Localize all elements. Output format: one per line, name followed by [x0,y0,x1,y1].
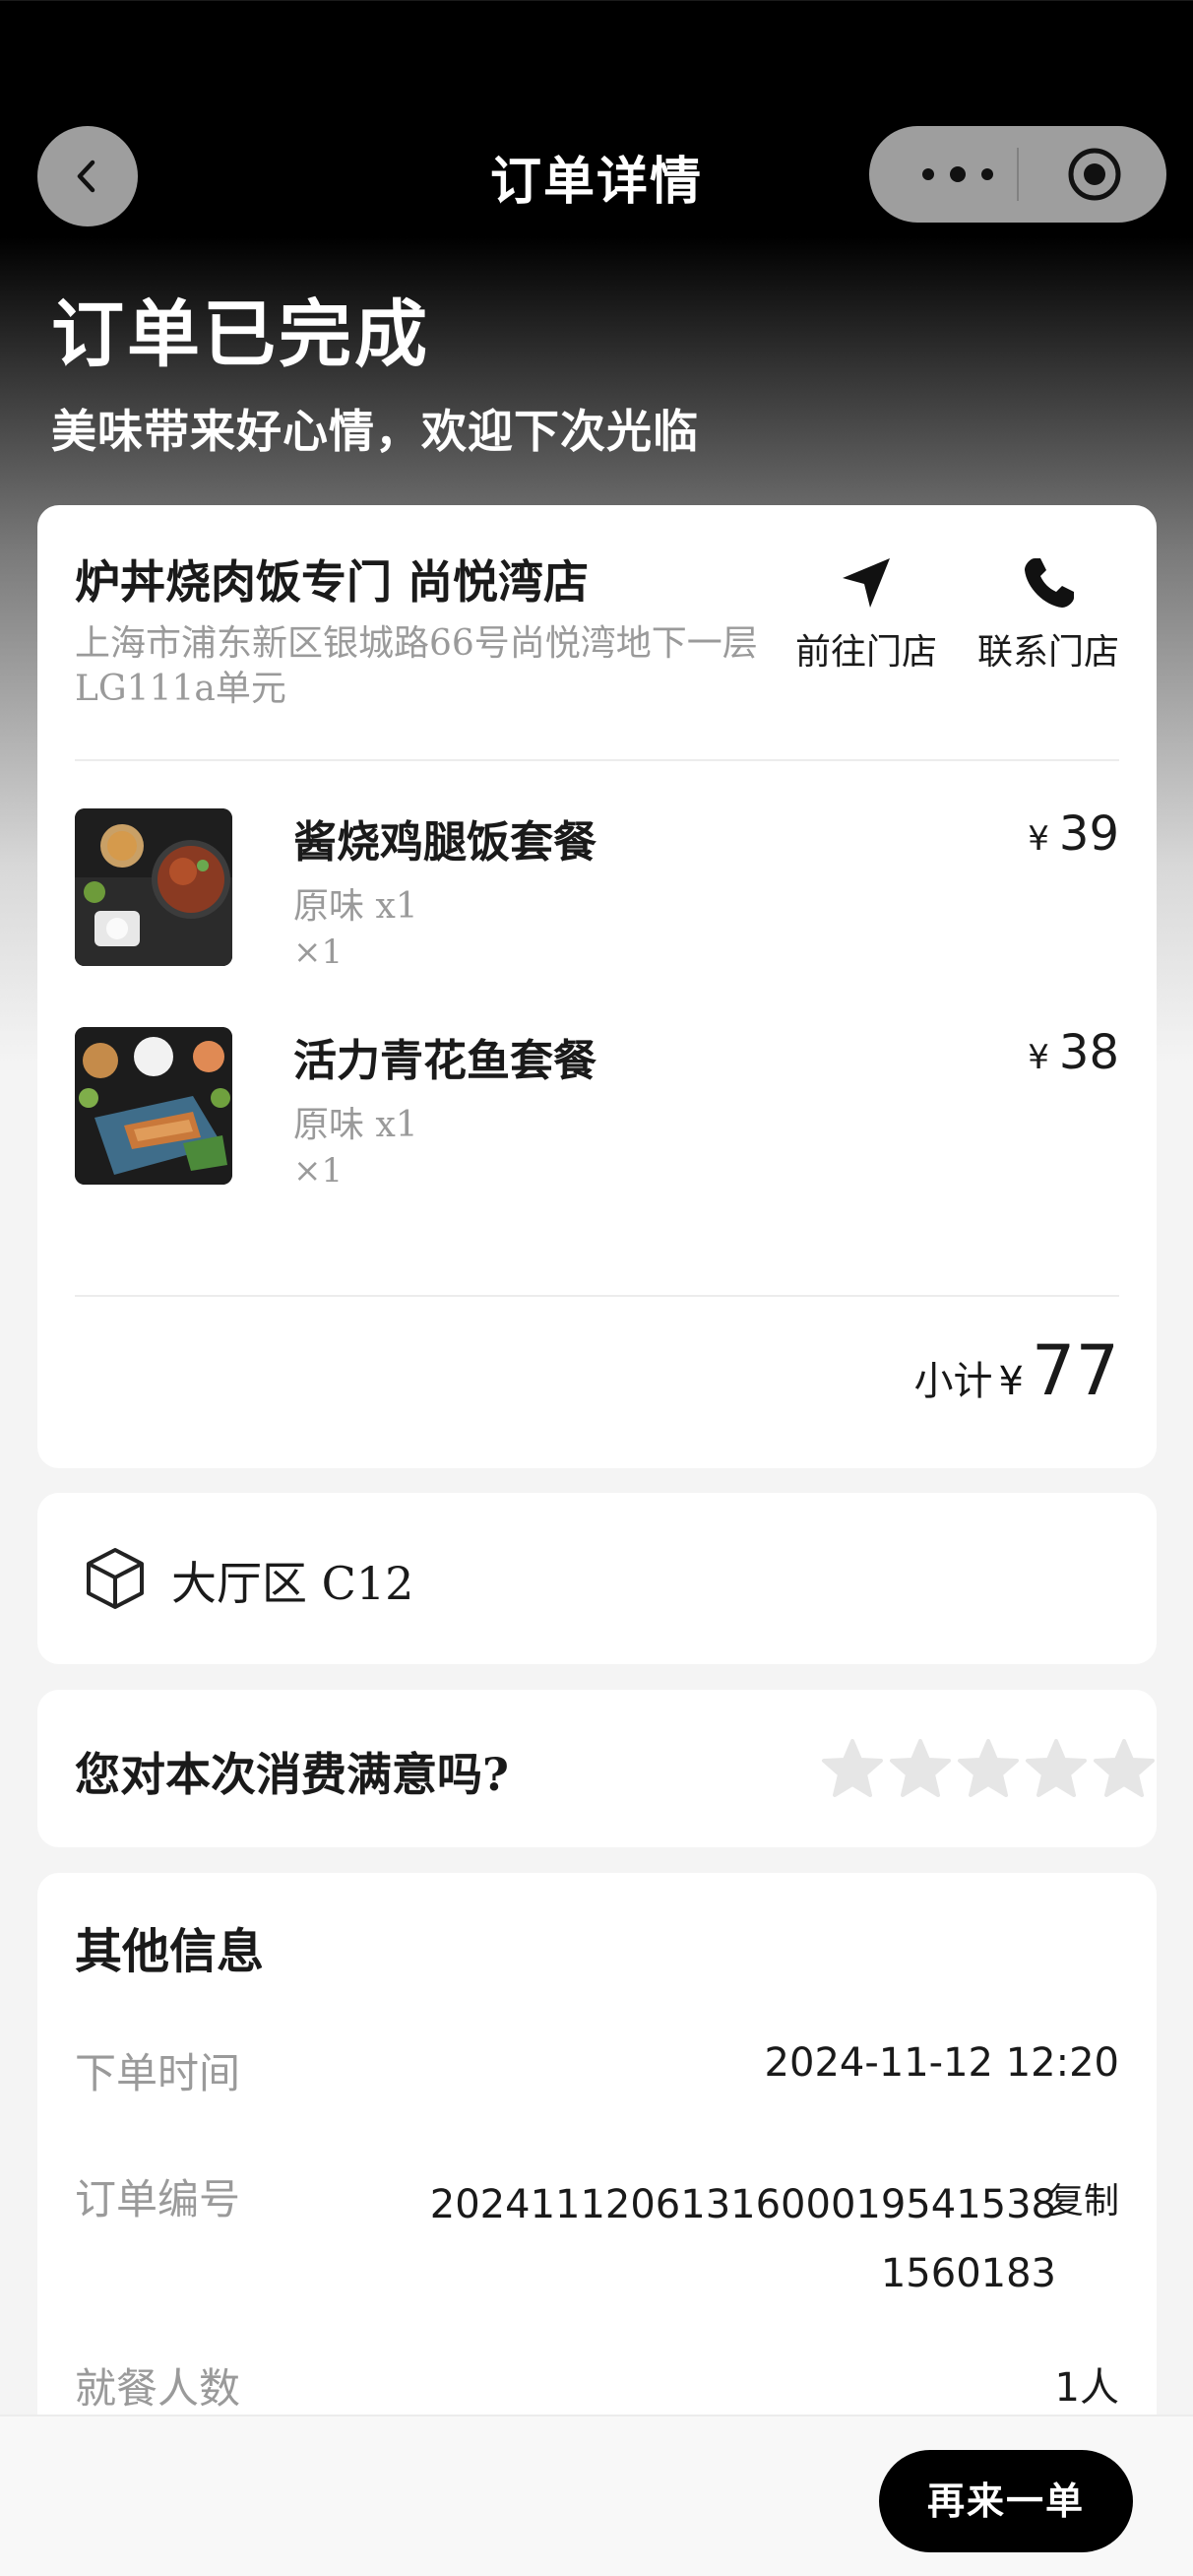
star-icon[interactable] [821,1737,884,1800]
price-value: 38 [1058,1025,1119,1080]
phone-icon [1025,558,1074,608]
store-name: 炉丼烧肉饭专门 尚悦湾店 [75,555,590,609]
divider [75,759,1119,761]
item-price: ¥39 [1028,806,1119,862]
item-name: 酱烧鸡腿饭套餐 [293,817,596,868]
navigate-to-store-button[interactable]: 前往门店 [792,552,940,675]
order-number-label: 订单编号 [75,2175,241,2223]
nav-bar: 订单详情 [0,0,1193,236]
item-spec: 原味 x1 [293,886,418,927]
currency-symbol: ¥ [1028,1038,1049,1077]
more-icon[interactable] [909,160,1017,189]
capsule-divider [1017,148,1019,201]
box-icon [87,1548,144,1609]
item-price: ¥38 [1028,1025,1119,1080]
order-status-subtitle: 美味带来好心情，欢迎下次光临 [51,405,699,458]
order-item: 酱烧鸡腿饭套餐 原味 x1 ×1 ¥39 [75,806,1119,976]
subtotal-label: 小计 [913,1359,993,1404]
reorder-button[interactable]: 再来一单 [879,2450,1133,2552]
bottom-bar: 再来一单 [0,2415,1193,2576]
navigate-label: 前往门店 [794,632,937,673]
star-icon[interactable] [889,1737,952,1800]
item-quantity: ×1 [293,933,344,972]
diners-value: 1人 [1054,2365,1119,2411]
order-time-value: 2024-11-12 12:20 [764,2040,1119,2086]
table-number: 大厅区 C12 [171,1557,414,1610]
star-icon[interactable] [1025,1737,1088,1800]
contact-store-button[interactable]: 联系门店 [974,552,1122,675]
order-item: 活力青花鱼套餐 原味 x1 ×1 ¥38 [75,1025,1119,1194]
mini-program-capsule [869,126,1166,223]
store-card: 炉丼烧肉饭专门 尚悦湾店 上海市浦东新区银城路66号尚悦湾地下一层LG111a单… [37,505,1157,1468]
contact-label: 联系门店 [976,632,1119,673]
rating-question: 您对本次消费满意吗? [75,1748,509,1801]
table-card: 大厅区 C12 [37,1493,1157,1664]
rating-card: 您对本次消费满意吗? [37,1690,1157,1847]
currency-symbol: ¥ [998,1359,1024,1404]
copy-button[interactable]: 复制 [1048,2172,1119,2223]
order-status-title: 订单已完成 [51,292,430,377]
item-spec: 原味 x1 [293,1105,418,1145]
subtotal: 小计 ¥77 [913,1330,1119,1411]
item-name: 活力青花鱼套餐 [293,1036,596,1086]
subtotal-amount: 77 [1031,1330,1119,1411]
navigation-arrow-icon [843,558,890,608]
divider [75,1295,1119,1297]
item-image [75,808,232,966]
close-target-icon[interactable] [1066,146,1123,203]
order-number-text: 2024111206131600019541538 1560183 [429,2182,1056,2296]
price-value: 39 [1058,806,1119,862]
order-number-value: 2024111206131600019541538 1560183 [426,2170,1056,2308]
order-time-label: 下单时间 [75,2049,241,2097]
store-address: 上海市浦东新区银城路66号尚悦湾地下一层LG111a单元 [75,623,758,709]
currency-symbol: ¥ [1028,819,1049,859]
diners-label: 就餐人数 [75,2364,241,2413]
star-icon[interactable] [957,1737,1020,1800]
star-rating [821,1737,1161,1800]
info-title: 其他信息 [75,1924,265,1979]
item-quantity: ×1 [293,1151,344,1191]
item-image [75,1027,232,1185]
star-icon[interactable] [1093,1737,1156,1800]
